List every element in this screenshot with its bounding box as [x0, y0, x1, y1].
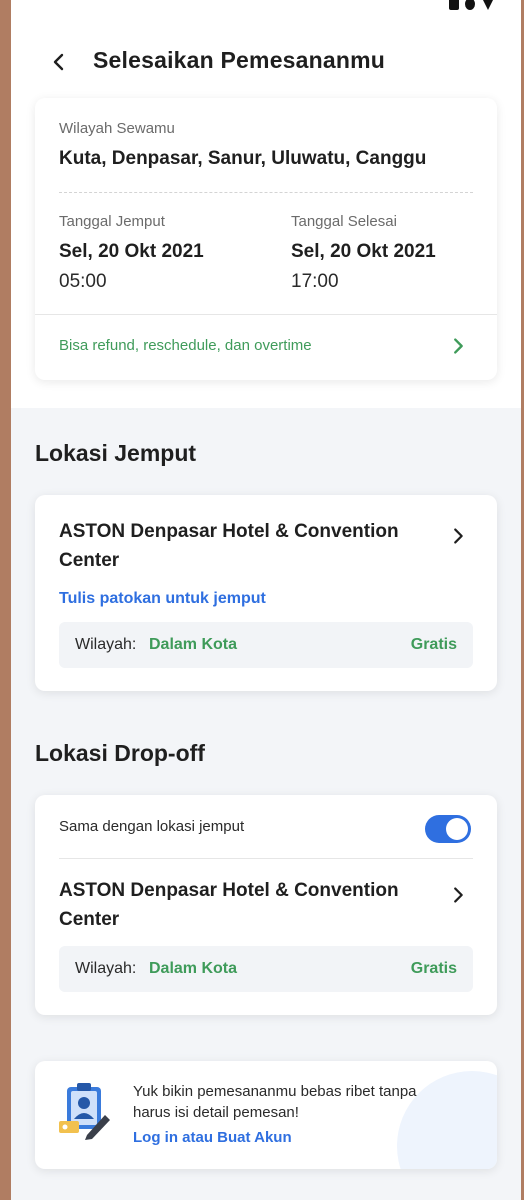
pickup-region-box: Wilayah: Dalam Kota Gratis — [59, 622, 473, 668]
chevron-right-icon[interactable] — [447, 884, 469, 906]
region-label: Wilayah: — [75, 636, 137, 653]
region-label: Wilayah Sewamu — [59, 120, 175, 137]
app-screen: Selesaikan Pemesananmu Wilayah Sewamu Ku… — [11, 0, 521, 1200]
dropoff-section-title: Lokasi Drop-off — [35, 740, 205, 766]
page-title: Selesaikan Pemesananmu — [93, 47, 386, 73]
chevron-right-icon[interactable] — [447, 525, 469, 547]
dropoff-location-card: Sama dengan lokasi jemput ASTON Denpasar… — [35, 795, 497, 1015]
pickup-location-name: ASTON Denpasar Hotel & Convention Center — [59, 521, 399, 571]
status-bar-icons — [449, 0, 495, 10]
region-value: Kuta, Denpasar, Sanur, Uluwatu, Canggu — [59, 148, 427, 169]
region-value: Dalam Kota — [149, 636, 238, 653]
pickup-date-label: Tanggal Jemput — [59, 213, 165, 230]
user-badge-icon — [59, 1083, 110, 1140]
divider — [59, 858, 473, 859]
dashed-divider — [59, 192, 473, 193]
same-location-toggle[interactable] — [425, 815, 471, 843]
login-banner: Yuk bikin pemesananmu bebas ribet tanpa … — [35, 1061, 497, 1169]
chevron-left-icon[interactable] — [47, 50, 71, 74]
dropoff-region-box: Wilayah: Dalam Kota Gratis — [59, 946, 473, 992]
end-time: 17:00 — [291, 271, 339, 292]
toggle-knob — [446, 818, 468, 840]
pickup-date: Sel, 20 Okt 2021 — [59, 241, 204, 262]
same-location-label: Sama dengan lokasi jemput — [59, 818, 245, 835]
chevron-right-icon — [454, 338, 463, 354]
dropoff-location-name[interactable]: ASTON Denpasar Hotel & Convention Center — [59, 876, 419, 934]
login-link[interactable]: Log in atau Buat Akun — [133, 1129, 292, 1146]
end-date-label: Tanggal Selesai — [291, 213, 397, 230]
region-price: Gratis — [410, 636, 457, 653]
policy-text: Bisa refund, reschedule, dan overtime — [59, 337, 312, 354]
region-price: Gratis — [410, 960, 457, 977]
rental-summary-card: Wilayah Sewamu Kuta, Denpasar, Sanur, Ul… — [35, 98, 497, 380]
landmark-link[interactable]: Tulis patokan untuk jemput — [59, 590, 266, 608]
pickup-section-title: Lokasi Jemput — [35, 440, 197, 466]
region-value: Dalam Kota — [149, 960, 238, 977]
header: Selesaikan Pemesananmu — [11, 38, 521, 86]
end-date: Sel, 20 Okt 2021 — [291, 241, 436, 262]
pickup-time: 05:00 — [59, 271, 107, 292]
region-label: Wilayah: — [75, 960, 137, 977]
login-banner-text: Yuk bikin pemesananmu bebas ribet tanpa … — [133, 1083, 417, 1121]
pickup-location-card[interactable]: ASTON Denpasar Hotel & Convention Center… — [35, 495, 497, 691]
policy-row[interactable]: Bisa refund, reschedule, dan overtime — [35, 315, 497, 379]
